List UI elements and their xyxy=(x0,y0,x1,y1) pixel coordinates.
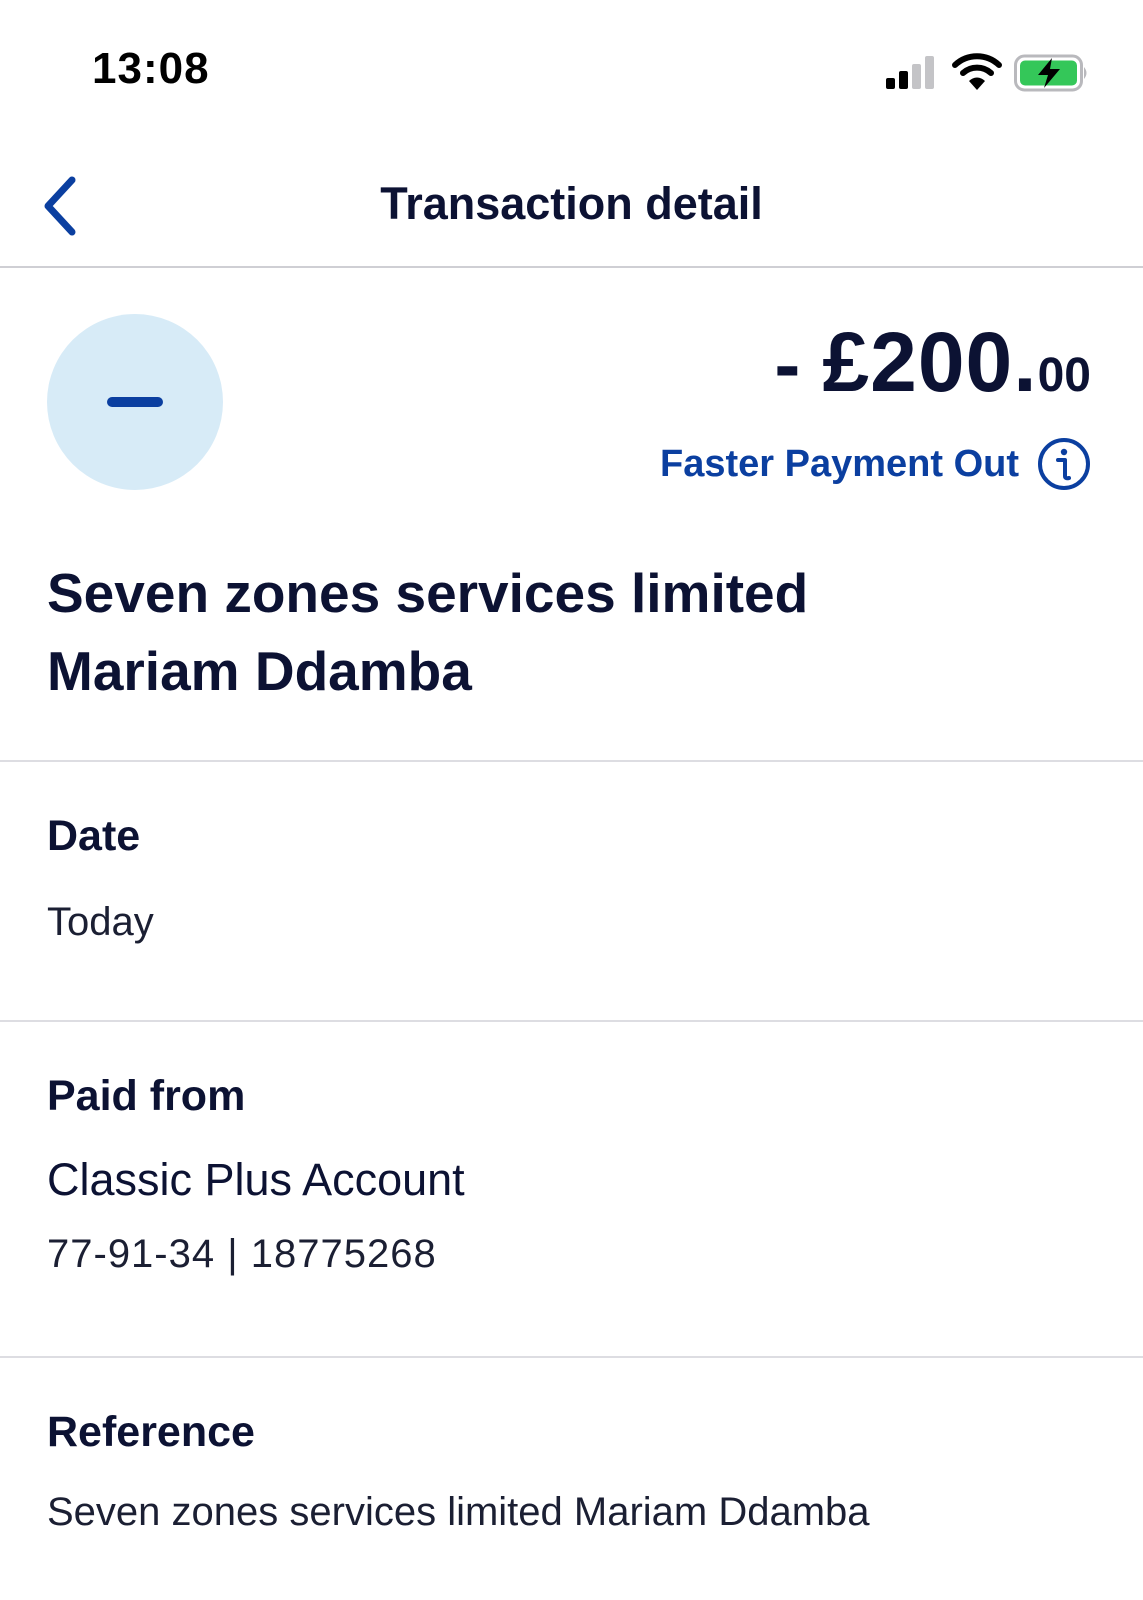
paid-from-section: Paid from Classic Plus Account 77-91-34 … xyxy=(0,1022,1143,1358)
transaction-summary: - £200.00 Faster Payment Out Seven zones … xyxy=(0,270,1143,762)
minus-icon xyxy=(107,397,163,407)
wifi-icon xyxy=(952,53,1002,90)
status-bar: 13:08 xyxy=(0,0,1143,140)
reference-section: Reference Seven zones services limited M… xyxy=(0,1358,1143,1600)
transaction-detail-screen: 13:08 Transaction detail - £200.00 Faste… xyxy=(0,0,1143,1600)
transaction-type-label: Faster Payment Out xyxy=(660,442,1019,485)
transaction-avatar xyxy=(47,314,223,490)
transaction-type-link[interactable]: Faster Payment Out xyxy=(660,436,1091,492)
nav-bar: Transaction detail xyxy=(0,140,1143,268)
transaction-amount: - £200.00 xyxy=(774,314,1091,411)
page-title: Transaction detail xyxy=(380,178,763,229)
status-time: 13:08 xyxy=(92,44,210,93)
cellular-signal-icon xyxy=(886,56,934,89)
info-icon[interactable] xyxy=(1037,437,1091,491)
account-number: 77-91-34 | 18775268 xyxy=(47,1232,437,1276)
amount-sign: - xyxy=(774,320,801,408)
date-value: Today xyxy=(47,900,154,944)
battery-charging-icon xyxy=(1014,54,1087,92)
payee-name: Seven zones services limited Mariam Ddam… xyxy=(47,554,1097,710)
reference-value: Seven zones services limited Mariam Ddam… xyxy=(47,1490,870,1534)
amount-decimals: 00 xyxy=(1037,349,1091,402)
payee-line-2: Mariam Ddamba xyxy=(47,640,472,702)
amount-main: £200. xyxy=(822,315,1038,409)
paid-from-label: Paid from xyxy=(47,1072,246,1120)
reference-label: Reference xyxy=(47,1408,255,1456)
account-name: Classic Plus Account xyxy=(47,1154,465,1205)
payee-line-1: Seven zones services limited xyxy=(47,562,809,624)
date-section: Date Today xyxy=(0,762,1143,1022)
date-label: Date xyxy=(47,812,141,860)
